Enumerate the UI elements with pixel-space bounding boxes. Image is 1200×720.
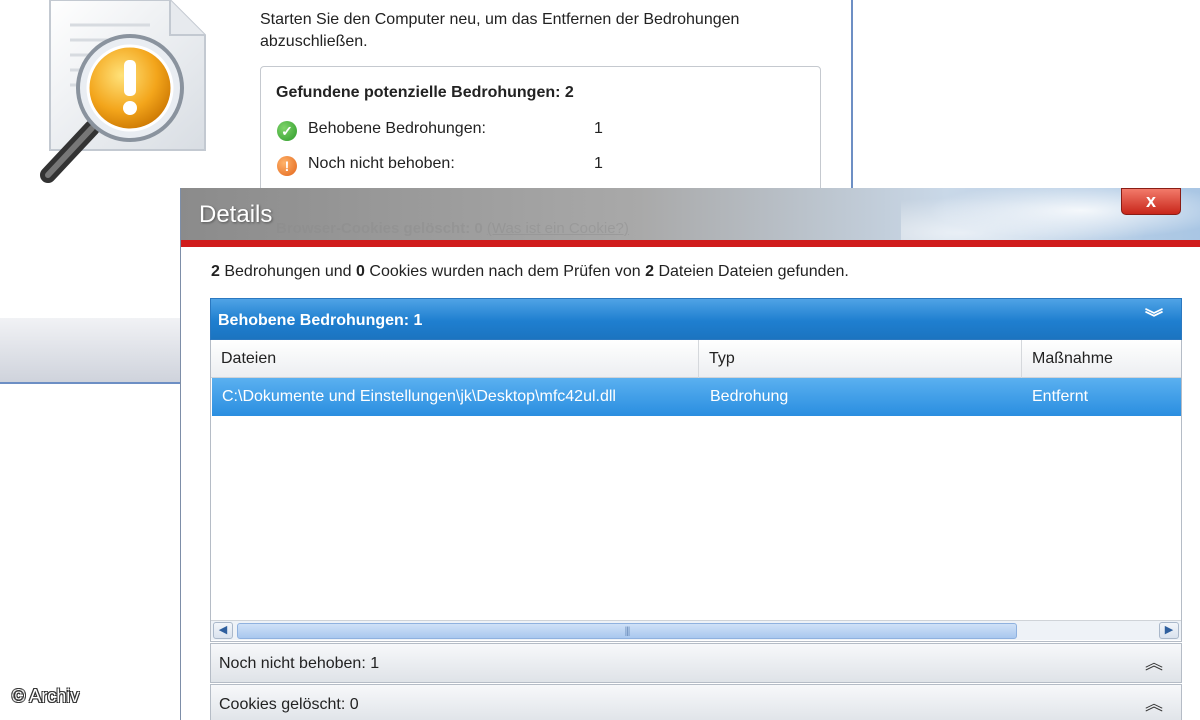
summary-text: Cookies wurden nach dem Prüfen von — [364, 263, 646, 280]
summary-text: Dateien Dateien gefunden. — [654, 263, 849, 280]
file-count: 2 — [645, 263, 654, 280]
horizontal-scrollbar[interactable]: ◀ ||| ▶ — [211, 620, 1181, 640]
scan-summary: 2 Bedrohungen und 0 Cookies wurden nach … — [211, 263, 849, 281]
expanded-chevron-icon[interactable]: ︾ — [1145, 309, 1163, 327]
copyright-watermark: © Archiv — [12, 686, 80, 706]
section-header-cookies-deleted[interactable]: Cookies gelöscht: 0 ︽ — [210, 684, 1182, 720]
collapsed-chevron-icon[interactable]: ︽ — [1145, 654, 1163, 672]
scroll-left-arrow-icon[interactable]: ◀ — [213, 622, 233, 639]
column-header-type[interactable]: Typ — [699, 340, 1022, 378]
threat-row-label: Behobene Bedrohungen: — [308, 120, 486, 137]
threat-summary-title: Gefundene potenzielle Bedrohungen: 2 — [276, 84, 574, 101]
cookie-count: 0 — [356, 263, 365, 280]
summary-text: Bedrohungen und — [219, 263, 357, 280]
cell-type: Bedrohung — [710, 388, 789, 405]
scroll-right-arrow-icon[interactable]: ▶ — [1159, 622, 1179, 639]
document-magnifier-warning-icon — [40, 0, 206, 183]
cell-file-path: C:\Dokumente und Einstellungen\jk\Deskto… — [222, 388, 616, 405]
restart-message: Starten Sie den Computer neu, um das Ent… — [260, 11, 740, 50]
threat-count: 2 — [211, 263, 220, 280]
column-header-action[interactable]: Maßnahme — [1022, 340, 1181, 378]
collapsed-chevron-icon[interactable]: ︽ — [1145, 695, 1163, 713]
fixed-threats-table: Dateien Typ Maßnahme C:\Dokumente und Ei… — [210, 340, 1182, 642]
table-row[interactable]: C:\Dokumente und Einstellungen\jk\Deskto… — [212, 378, 1181, 416]
what-is-cookie-link[interactable]: (Was ist ein Cookie?) — [487, 220, 629, 237]
dialog-title: Details — [199, 201, 273, 228]
section-label: Cookies gelöscht: 0 — [219, 696, 359, 713]
details-dialog: Details x 2 Bedrohungen und 0 Cookies wu… — [180, 188, 1200, 720]
close-button[interactable]: x — [1121, 188, 1181, 215]
section-header-fixed-threats[interactable]: Behobene Bedrohungen: 1 ︾ — [210, 298, 1182, 340]
section-label: Noch nicht behoben: 1 — [219, 655, 380, 672]
scrollbar-grip-icon: ||| — [624, 626, 631, 637]
scrollbar-thumb[interactable]: ||| — [237, 623, 1017, 639]
threat-row-value: 1 — [594, 155, 603, 172]
threat-row-value: 1 — [594, 120, 603, 137]
cell-action: Entfernt — [1032, 388, 1089, 405]
checkmark-icon: ✓ — [277, 121, 297, 141]
threat-row-label: Noch nicht behoben: — [308, 155, 455, 172]
exclamation-icon: ! — [277, 156, 297, 176]
section-label: Behobene Bedrohungen: 1 — [218, 312, 423, 329]
cookies-deleted-summary: Browser-Cookies gelöscht: 0 (Was ist ein… — [276, 220, 629, 237]
table-header: Dateien Typ Maßnahme — [211, 340, 1181, 378]
cookies-deleted-label: Browser-Cookies gelöscht: 0 — [276, 220, 483, 237]
section-header-unfixed-threats[interactable]: Noch nicht behoben: 1 ︽ — [210, 643, 1182, 683]
column-header-files[interactable]: Dateien — [211, 340, 699, 378]
titlebar-accent-line — [181, 240, 1200, 247]
